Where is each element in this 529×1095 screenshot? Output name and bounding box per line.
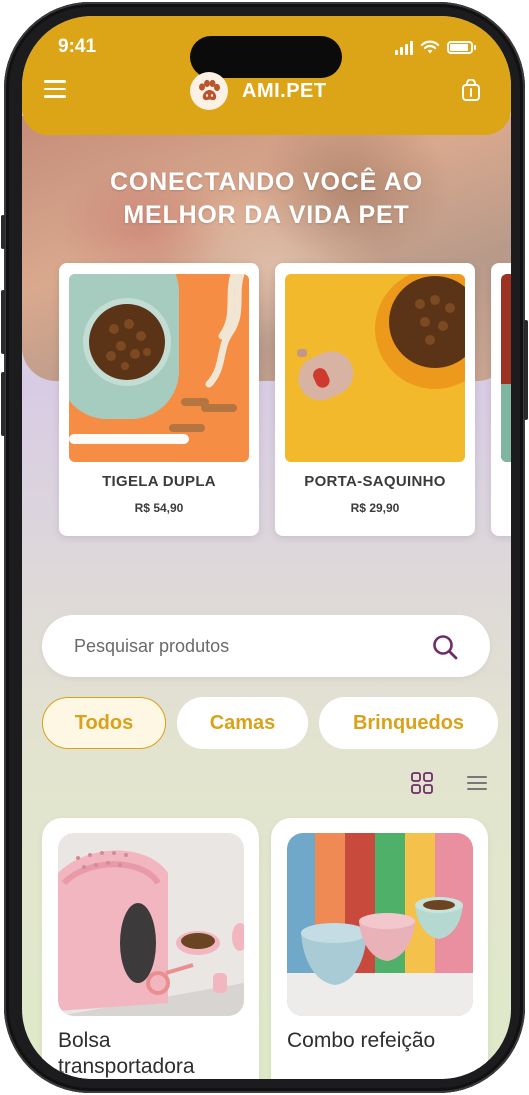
list-view-icon[interactable] xyxy=(467,775,487,791)
product-name: Combo refeição xyxy=(287,1029,436,1052)
featured-name: TIGELA DUPLA xyxy=(102,473,216,490)
category-chip-label: Camas xyxy=(209,711,276,734)
paw-logo-icon xyxy=(190,72,228,110)
grid-view-icon[interactable] xyxy=(411,772,433,794)
signal-icon xyxy=(395,40,413,55)
power-button xyxy=(524,320,528,420)
category-chip-label: Brinquedos xyxy=(352,711,465,734)
product-image-combo xyxy=(287,833,473,1016)
product-name: Bolsa transportadora xyxy=(58,1029,195,1078)
featured-price: R$ 54,90 xyxy=(134,501,184,515)
volume-down-button xyxy=(1,372,5,436)
featured-image-next xyxy=(501,274,511,462)
category-chip-camas[interactable]: Camas xyxy=(177,697,308,749)
status-icons xyxy=(395,40,476,55)
featured-card-tigela-dupla[interactable]: TIGELA DUPLA R$ 54,90 xyxy=(59,263,259,536)
app-screen: 9:41 AMI.PET CONECTANDO VOCÊ AO MELHOR D… xyxy=(22,16,511,1079)
search-icon[interactable] xyxy=(432,634,458,660)
product-image-bolsa xyxy=(58,833,244,1016)
status-time: 9:41 xyxy=(58,36,97,57)
featured-card-next[interactable] xyxy=(491,263,511,536)
search-bar xyxy=(42,615,490,677)
featured-image-porta-saquinho xyxy=(285,274,465,462)
hero-title-line-1: CONECTANDO VOCÊ AO xyxy=(109,168,424,196)
hero-title-line-2: MELHOR DA VIDA PET xyxy=(123,201,410,229)
hamburger-menu-icon[interactable] xyxy=(44,80,66,98)
product-card-combo-refeicao[interactable]: Combo refeição xyxy=(271,818,488,1079)
brand[interactable]: AMI.PET xyxy=(190,72,327,110)
shopping-bag-icon[interactable] xyxy=(461,79,481,101)
featured-card-porta-saquinho[interactable]: PORTA-SAQUINHO R$ 29,90 xyxy=(275,263,475,536)
search-input[interactable] xyxy=(74,615,414,677)
wifi-icon xyxy=(420,40,440,54)
featured-image-tigela xyxy=(69,274,249,462)
silent-switch xyxy=(1,215,5,249)
category-chip-label: Todos xyxy=(74,711,134,734)
hero-title: CONECTANDO VOCÊ AO MELHOR DA VIDA PET xyxy=(22,166,511,232)
category-chip-todos[interactable]: Todos xyxy=(42,697,166,749)
battery-icon xyxy=(447,41,476,54)
brand-name: AMI.PET xyxy=(242,79,327,102)
product-card-bolsa[interactable]: Bolsa transportadora xyxy=(42,818,259,1079)
featured-name: PORTA-SAQUINHO xyxy=(304,473,446,490)
app-header: 9:41 AMI.PET xyxy=(22,16,511,135)
volume-up-button xyxy=(1,290,5,354)
featured-price: R$ 29,90 xyxy=(350,501,400,515)
category-chip-brinquedos[interactable]: Brinquedos xyxy=(319,697,498,749)
